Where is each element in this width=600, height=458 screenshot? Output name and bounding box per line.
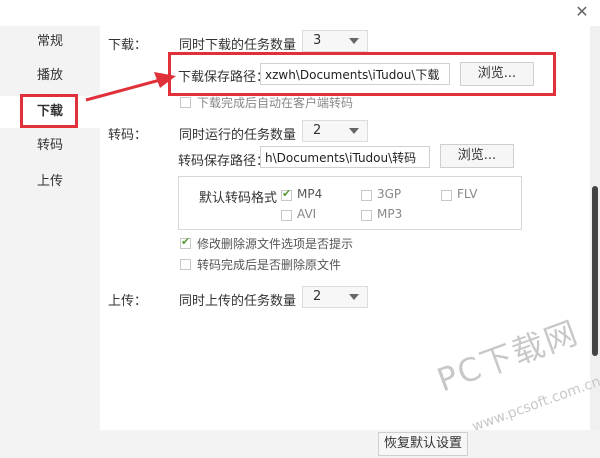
format-3gp-label: 3GP (377, 187, 402, 201)
chevron-down-icon (349, 128, 359, 134)
annotation-arrow (85, 72, 176, 102)
sidebar-item-upload[interactable]: 上传 (0, 166, 100, 198)
restore-defaults-button[interactable]: 恢复默认设置 (378, 432, 468, 456)
highlight-box-download-nav (20, 94, 78, 128)
auto-transcode-checkbox[interactable] (180, 97, 191, 108)
format-avi-label: AVI (297, 207, 317, 221)
format-flv-label: FLV (457, 187, 478, 201)
transcode-format-group: 默认转码格式 MP4 3GP FLV AVI MP3 (178, 176, 522, 230)
format-flv-checkbox[interactable] (441, 190, 452, 201)
download-tasks-label: 同时下载的任务数量 (179, 38, 297, 53)
chevron-down-icon (349, 294, 359, 300)
sidebar-item-transcode[interactable]: 转码 (0, 130, 100, 162)
auto-transcode-label: 下载完成后自动在客户端转码 (197, 96, 354, 110)
upload-section-label: 上传： (108, 294, 148, 309)
close-icon[interactable]: ✕ (572, 2, 592, 22)
format-mp3-label: MP3 (377, 207, 403, 221)
transcode-tasks-value: 2 (313, 123, 322, 138)
chevron-down-icon (349, 38, 359, 44)
format-mp3-checkbox[interactable] (361, 210, 372, 221)
scrollbar-thumb[interactable] (592, 186, 598, 356)
transcode-section-label: 转码： (108, 128, 148, 143)
delete-source-label: 转码完成后是否删除原文件 (197, 258, 342, 272)
transcode-tasks-select[interactable]: 2 (302, 120, 368, 142)
transcode-path-input[interactable]: h\Documents\iTudou\转码 (260, 146, 430, 168)
sidebar-item-general[interactable]: 常规 (0, 26, 100, 58)
delete-prompt-label: 修改删除源文件选项是否提示 (197, 237, 354, 251)
delete-source-checkbox[interactable] (180, 259, 191, 270)
transcode-browse-button[interactable]: 浏览... (440, 144, 514, 168)
format-label: 默认转码格式 (199, 191, 278, 206)
format-mp4-checkbox[interactable] (281, 187, 292, 201)
format-mp4-label: MP4 (297, 187, 323, 201)
footer-bar (0, 430, 600, 458)
upload-tasks-value: 2 (313, 289, 322, 304)
download-section-label: 下载： (108, 38, 148, 53)
highlight-box-download-path (168, 52, 556, 96)
title-bar: ✕ (0, 0, 600, 26)
upload-tasks-label: 同时上传的任务数量 (179, 294, 297, 309)
download-tasks-value: 3 (313, 33, 322, 48)
transcode-tasks-label: 同时运行的任务数量 (179, 128, 297, 143)
delete-prompt-checkbox[interactable] (180, 235, 191, 249)
scrollbar[interactable] (590, 26, 600, 430)
format-3gp-checkbox[interactable] (361, 190, 372, 201)
upload-tasks-select[interactable]: 2 (302, 286, 368, 308)
format-avi-checkbox[interactable] (281, 210, 292, 221)
transcode-path-label: 转码保存路径： (178, 154, 270, 169)
download-tasks-select[interactable]: 3 (302, 30, 368, 52)
